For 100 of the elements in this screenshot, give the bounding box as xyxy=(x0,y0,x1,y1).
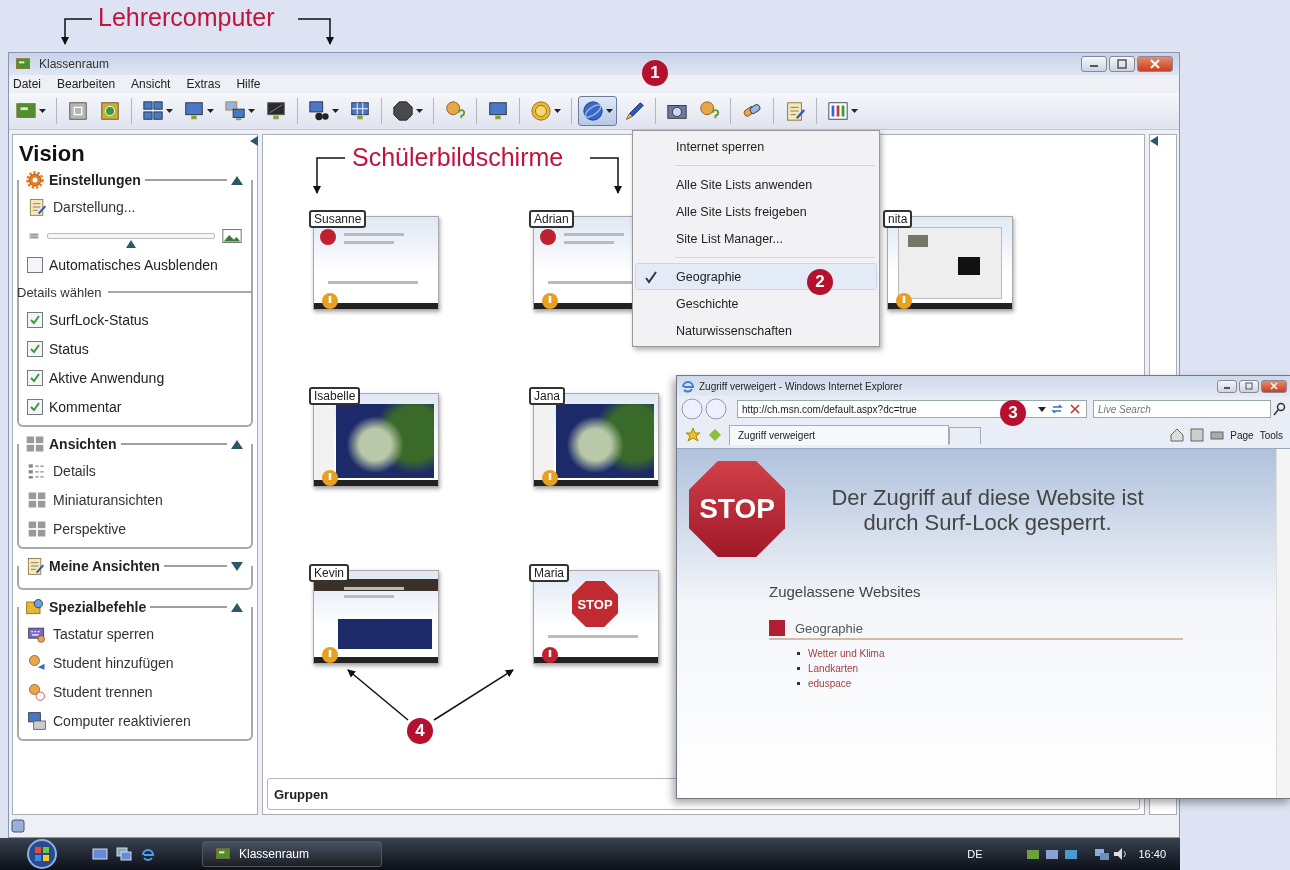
gear-icon xyxy=(25,170,45,190)
task-link[interactable]: Computer reaktivieren xyxy=(19,706,251,735)
person-icon xyxy=(27,652,47,673)
checkbox[interactable] xyxy=(27,340,43,357)
minimize-button[interactable] xyxy=(1217,379,1237,393)
screen-thumbnail[interactable] xyxy=(887,216,1013,310)
checkbox-option[interactable]: SurfLock-Status xyxy=(19,305,251,334)
student-name-label: nita xyxy=(883,210,913,228)
collapse-icon[interactable] xyxy=(250,136,258,146)
pen-icon xyxy=(623,100,645,122)
checkbox-option[interactable]: Aktive Anwendung xyxy=(19,363,251,392)
task-link[interactable]: Perspektive xyxy=(19,514,251,543)
bracket-arrow xyxy=(313,157,346,194)
screen-thumbnail[interactable] xyxy=(313,570,439,664)
blackboard-icon xyxy=(15,56,31,72)
restore-icon xyxy=(1117,59,1127,69)
menu-item[interactable]: Extras xyxy=(186,77,221,91)
monitor-icon xyxy=(265,100,287,122)
task-link[interactable]: Tastatur sperren xyxy=(19,619,251,648)
site-link[interactable]: Wetter und Klima xyxy=(808,648,885,659)
switch-windows-icon[interactable] xyxy=(116,847,132,861)
category-marker xyxy=(769,620,785,636)
checkbox[interactable] xyxy=(27,369,43,386)
screen-thumbnail[interactable] xyxy=(533,393,659,487)
close-icon xyxy=(1270,382,1278,390)
browser-icon[interactable] xyxy=(140,846,156,862)
show-desktop-icon[interactable] xyxy=(92,847,108,861)
screen-thumbnail[interactable] xyxy=(313,216,439,310)
bracket-arrow xyxy=(61,18,93,45)
toggle-icon[interactable] xyxy=(231,175,243,185)
stop-loading-icon[interactable] xyxy=(1068,402,1082,416)
stop-sign: STOP xyxy=(689,461,785,557)
maximize-button[interactable] xyxy=(1239,379,1259,393)
search-icon[interactable] xyxy=(1273,402,1287,416)
panel-title: Ansichten xyxy=(49,436,117,452)
print-icon[interactable] xyxy=(1210,428,1225,442)
window-title: Klassenraum xyxy=(39,57,110,71)
panel-title: Gruppen xyxy=(274,786,329,802)
bracket-arrow xyxy=(589,157,622,194)
stop-icon xyxy=(392,100,414,122)
scrollbar[interactable] xyxy=(1276,449,1290,798)
close-button[interactable] xyxy=(1137,56,1173,72)
minimize-button[interactable] xyxy=(1081,56,1107,72)
screen-thumbnail[interactable] xyxy=(313,393,439,487)
panel-title: Einstellungen xyxy=(49,172,141,188)
task-link[interactable]: Student hinzufügen xyxy=(19,648,251,677)
caret-icon xyxy=(416,109,423,113)
browser-icon xyxy=(681,379,695,393)
menu-item[interactable]: Hilfe xyxy=(236,77,261,91)
task-link[interactable]: Miniaturansichten xyxy=(19,485,251,514)
checkbox[interactable] xyxy=(27,311,43,328)
notepad-icon xyxy=(27,196,47,217)
search-field[interactable]: Live Search xyxy=(1093,400,1271,418)
command-button[interactable]: Tools xyxy=(1259,429,1283,441)
menu-item[interactable]: Ansicht xyxy=(131,77,171,91)
annotation-label: Schülerbildschirme xyxy=(352,143,564,172)
tray-icon[interactable] xyxy=(1063,847,1080,861)
checkbox-option[interactable]: Status xyxy=(19,334,251,363)
caret-icon xyxy=(207,109,214,113)
toggle-icon[interactable] xyxy=(231,561,243,571)
checkbox[interactable] xyxy=(27,398,43,415)
clock[interactable]: 16:40 xyxy=(1138,848,1166,860)
student-name-label: Adrian xyxy=(529,210,574,228)
menu-item[interactable]: Bearbeiten xyxy=(57,77,116,91)
expand-icon[interactable] xyxy=(1150,136,1158,146)
star-icon[interactable] xyxy=(685,427,701,443)
refresh-icon[interactable] xyxy=(1050,402,1064,416)
close-button[interactable] xyxy=(1261,379,1287,393)
start-button[interactable] xyxy=(24,839,60,869)
toggle-icon[interactable] xyxy=(231,439,243,449)
browser-tab[interactable]: Zugriff verweigert xyxy=(729,425,949,445)
panel-title: Spezialbefehle xyxy=(49,599,147,615)
checkmark-icon xyxy=(29,342,41,355)
menu-item[interactable]: Alle Site Lists anwenden xyxy=(635,171,877,198)
notepad-icon xyxy=(784,100,806,122)
site-link[interactable]: eduspace xyxy=(808,678,852,689)
home-icon[interactable] xyxy=(1170,428,1185,442)
sidebar-title: Vision xyxy=(18,140,86,168)
checkbox[interactable] xyxy=(27,256,43,273)
checkbox-option[interactable]: Automatisches Ausblenden xyxy=(19,250,251,279)
menu-item[interactable]: Datei xyxy=(13,77,41,91)
checkbox-option[interactable]: Kommentar xyxy=(19,392,251,421)
task-link[interactable]: Details xyxy=(19,456,251,485)
menu-item[interactable]: Internet sperren xyxy=(635,133,877,160)
site-link[interactable]: Landkarten xyxy=(808,663,859,674)
menu-item[interactable]: Site List Manager... xyxy=(635,225,877,252)
tray-icon[interactable] xyxy=(1025,847,1042,861)
network-icon[interactable] xyxy=(1094,847,1111,861)
command-button[interactable]: Page xyxy=(1230,429,1254,441)
menu-item[interactable]: Alle Site Lists freigeben xyxy=(635,198,877,225)
task-link[interactable]: Darstellung... xyxy=(19,192,251,221)
menu-item[interactable]: Naturwissenschaften xyxy=(635,317,877,344)
language-indicator[interactable]: DE xyxy=(967,848,983,860)
taskbar-button[interactable]: Klassenraum xyxy=(202,841,382,867)
tray-icon[interactable] xyxy=(1044,847,1061,861)
maximize-button[interactable] xyxy=(1109,56,1135,72)
toolbar-button[interactable] xyxy=(578,96,617,126)
toggle-icon[interactable] xyxy=(231,602,243,612)
task-link[interactable]: Student trennen xyxy=(19,677,251,706)
monitor-icon xyxy=(183,100,205,122)
